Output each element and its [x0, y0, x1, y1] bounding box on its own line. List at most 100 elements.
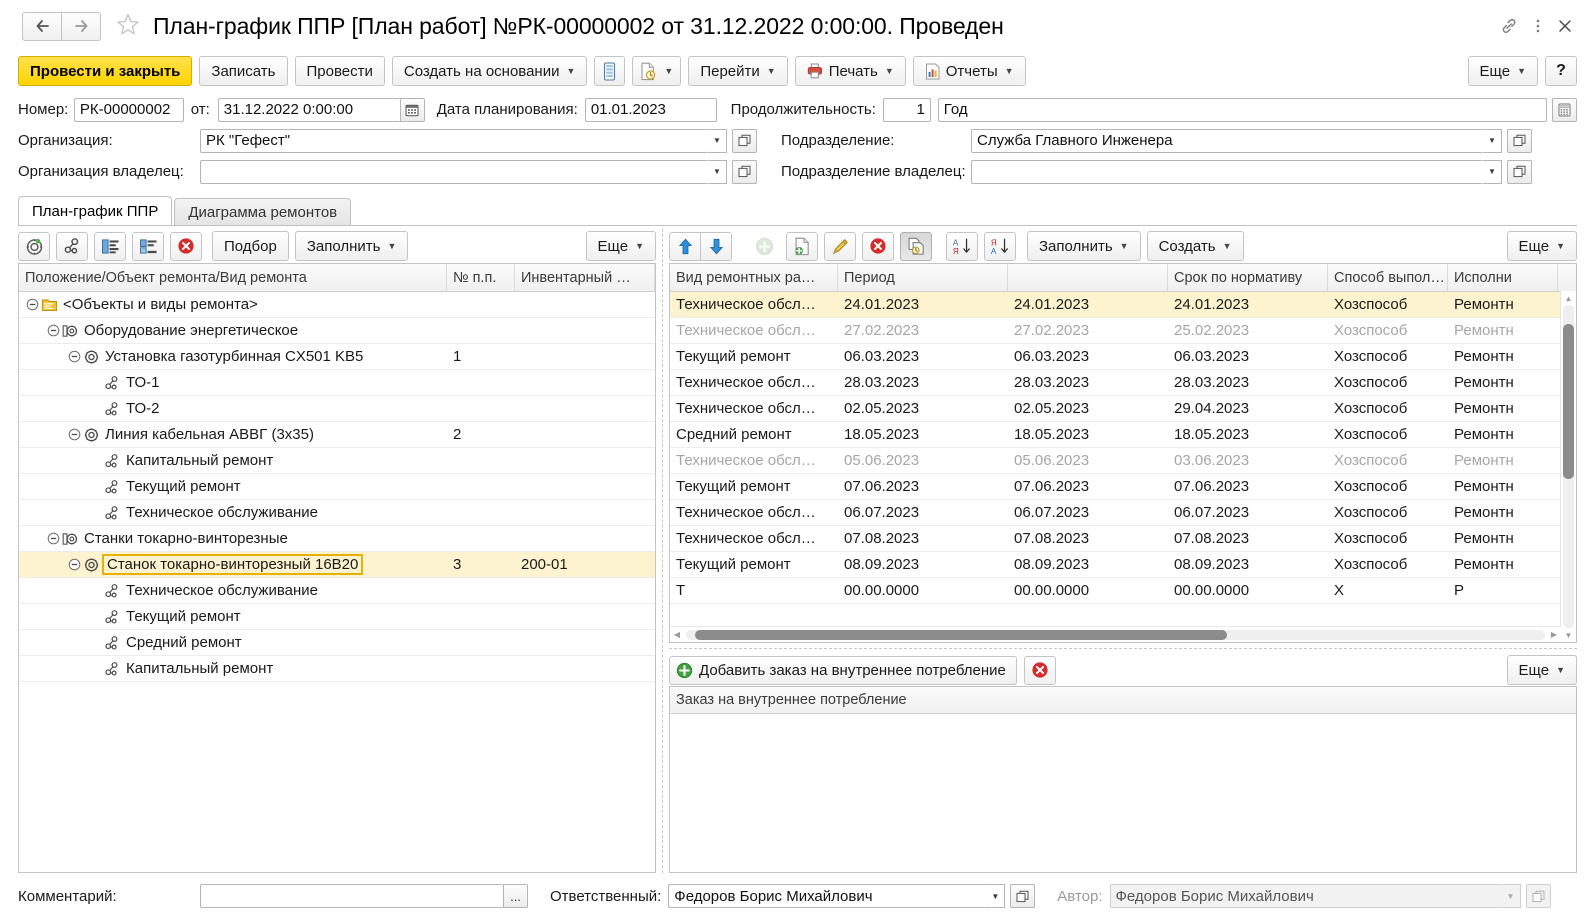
repairs-cell-period_end[interactable]: 05.06.2023 — [1008, 452, 1168, 469]
repairs-cell-type[interactable]: Техническое обсл… — [670, 322, 838, 339]
tree-row[interactable]: Линия кабельная АВВГ (3х35) 2 — [19, 422, 655, 448]
organization-owner-open-button[interactable] — [732, 159, 757, 184]
repairs-column-header-1[interactable]: Период — [838, 264, 1008, 291]
tree-row[interactable]: Текущий ремонт — [19, 604, 655, 630]
repairs-more-button[interactable]: Еще ▼ — [1506, 231, 1577, 261]
repairs-cell-norm_date[interactable]: 06.07.2023 — [1168, 504, 1328, 521]
repairs-cell-period_start[interactable]: 06.03.2023 — [838, 348, 1008, 365]
repairs-cell-type[interactable]: Техническое обсл… — [670, 452, 838, 469]
repair-type-button[interactable] — [56, 231, 88, 261]
tree-node-cell[interactable]: ТО-1 — [19, 374, 447, 391]
duration-input[interactable]: 1 — [882, 97, 931, 122]
organization-dropdown-button[interactable]: ▼ — [708, 128, 727, 153]
repairs-cell-period_end[interactable]: 18.05.2023 — [1008, 426, 1168, 443]
repairs-cell-method[interactable]: Хозспособ — [1328, 322, 1448, 339]
tree-row-inventory[interactable]: 200-01 — [515, 556, 655, 573]
date-input[interactable]: 31.12.2022 0:00:00 — [217, 97, 400, 122]
repairs-cell-period_end[interactable]: 28.03.2023 — [1008, 374, 1168, 391]
tree-row-number[interactable]: 2 — [447, 426, 515, 443]
responsible-open-button[interactable] — [1010, 884, 1036, 908]
internal-order-body[interactable] — [670, 714, 1576, 872]
department-dropdown-button[interactable]: ▼ — [1483, 128, 1502, 153]
repairs-row[interactable]: Текущий ремонт 07.06.2023 07.06.2023 07.06.… — [670, 474, 1576, 500]
tree-node-cell[interactable]: Установка газотурбинная CX501 KB5 — [19, 348, 447, 365]
move-up-button[interactable] — [669, 231, 701, 261]
organization-input[interactable]: РК "Гефест" — [200, 128, 708, 153]
tree-row[interactable]: Установка газотурбинная CX501 KB5 1 — [19, 344, 655, 370]
tree-row[interactable]: Капитальный ремонт — [19, 448, 655, 474]
repairs-cell-period_start[interactable]: 07.08.2023 — [838, 530, 1008, 547]
post-button[interactable]: Провести — [294, 56, 385, 86]
tree-row-number[interactable]: 3 — [447, 556, 515, 573]
add-row-button[interactable] — [748, 232, 780, 261]
sort-ascending-button[interactable]: А Я — [946, 231, 978, 261]
back-button[interactable] — [22, 11, 62, 41]
expand-tree-button[interactable] — [94, 231, 126, 261]
tree-row[interactable]: ТО-2 — [19, 396, 655, 422]
close-icon[interactable] — [1557, 18, 1573, 34]
department-owner-input[interactable] — [971, 159, 1483, 184]
department-open-button[interactable] — [1507, 128, 1532, 153]
tree-more-button[interactable]: Еще ▼ — [585, 231, 656, 261]
repairs-cell-norm_date[interactable]: 28.03.2023 — [1168, 374, 1328, 391]
tree-row[interactable]: Средний ремонт — [19, 630, 655, 656]
repairs-cell-norm_date[interactable]: 08.09.2023 — [1168, 556, 1328, 573]
department-owner-dropdown-button[interactable]: ▼ — [1483, 159, 1502, 184]
repairs-cell-performer[interactable]: Ремонтн — [1448, 504, 1558, 521]
print-button[interactable]: Печать ▼ — [794, 56, 906, 86]
organization-open-button[interactable] — [732, 128, 757, 153]
department-owner-open-button[interactable] — [1507, 159, 1532, 184]
tree-node-cell[interactable]: Оборудование энергетическое — [19, 322, 447, 339]
tree-row-number[interactable]: 1 — [447, 348, 515, 365]
vscroll-thumb[interactable] — [1563, 324, 1574, 480]
help-button[interactable]: ? — [1545, 56, 1577, 86]
add-internal-order-button[interactable]: Добавить заказ на внутреннее потребление — [669, 655, 1017, 685]
repairs-cell-period_end[interactable]: 06.07.2023 — [1008, 504, 1168, 521]
vscroll-track[interactable] — [1563, 305, 1574, 628]
repairs-row[interactable]: Текущий ремонт 08.09.2023 08.09.2023 08.09.… — [670, 552, 1576, 578]
tree-column-header-2[interactable]: Инвентарный … — [515, 264, 655, 291]
repairs-cell-norm_date[interactable]: 06.03.2023 — [1168, 348, 1328, 365]
repairs-cell-method[interactable]: Хозспособ — [1328, 348, 1448, 365]
repairs-cell-period_start[interactable]: 28.03.2023 — [838, 374, 1008, 391]
tree-collapse-icon[interactable] — [67, 427, 82, 442]
planning-date-input[interactable]: 01.01.2023 — [584, 97, 717, 122]
copy-row-button[interactable] — [900, 231, 932, 261]
repairs-cell-type[interactable]: Техническое обсл… — [670, 530, 838, 547]
repairs-cell-period_start[interactable]: 18.05.2023 — [838, 426, 1008, 443]
repairs-cell-period_start[interactable]: 07.06.2023 — [838, 478, 1008, 495]
repairs-cell-period_start[interactable]: 00.00.0000 — [838, 582, 1008, 599]
duration-unit-input[interactable]: Год — [937, 97, 1548, 122]
repairs-cell-performer[interactable]: Ремонтн — [1448, 452, 1558, 469]
repairs-cell-method[interactable]: Хозспособ — [1328, 400, 1448, 417]
tree-row[interactable]: Техническое обслуживание — [19, 500, 655, 526]
repairs-cell-period_start[interactable]: 24.01.2023 — [838, 296, 1008, 313]
repairs-cell-performer[interactable]: Ремонтн — [1448, 374, 1558, 391]
repairs-cell-period_end[interactable]: 07.08.2023 — [1008, 530, 1168, 547]
scroll-up-arrow[interactable]: ▲ — [1561, 291, 1576, 305]
repairs-cell-method[interactable]: Хозспособ — [1328, 556, 1448, 573]
repairs-cell-method[interactable]: Хозспособ — [1328, 452, 1448, 469]
hscroll-track[interactable] — [686, 629, 1545, 640]
repairs-cell-type[interactable]: Текущий ремонт — [670, 348, 838, 365]
order-more-button[interactable]: Еще ▼ — [1506, 655, 1577, 685]
tree-node-cell[interactable]: Капитальный ремонт — [19, 452, 447, 469]
repairs-cell-method[interactable]: Хозспособ — [1328, 478, 1448, 495]
repairs-cell-period_end[interactable]: 02.05.2023 — [1008, 400, 1168, 417]
organization-owner-dropdown-button[interactable]: ▼ — [708, 159, 727, 184]
repairs-row[interactable]: Текущий ремонт 06.03.2023 06.03.2023 06.03.… — [670, 344, 1576, 370]
responsible-input[interactable]: Федоров Борис Михайлович — [668, 884, 987, 908]
repairs-column-header-4[interactable]: Способ выпол… — [1328, 264, 1448, 291]
repairs-cell-performer[interactable]: Ремонтн — [1448, 296, 1558, 313]
repairs-cell-period_start[interactable]: 27.02.2023 — [838, 322, 1008, 339]
repairs-cell-type[interactable]: Техническое обсл… — [670, 374, 838, 391]
tree-row[interactable]: Станок токарно-винторезный 16В20 3 200-01 — [19, 552, 655, 578]
tree-node-cell[interactable]: Линия кабельная АВВГ (3х35) — [19, 426, 447, 443]
hscroll-thumb[interactable] — [694, 629, 1228, 640]
objects-tree-body[interactable]: <Объекты и виды ремонта> Оборудование эне… — [19, 292, 655, 872]
repairs-column-header-5[interactable]: Исполни — [1448, 264, 1558, 291]
repairs-cell-type[interactable]: Т — [670, 582, 838, 599]
calendar-button[interactable] — [399, 97, 425, 122]
tree-collapse-icon[interactable] — [46, 531, 61, 546]
tree-row[interactable]: <Объекты и виды ремонта> — [19, 292, 655, 318]
